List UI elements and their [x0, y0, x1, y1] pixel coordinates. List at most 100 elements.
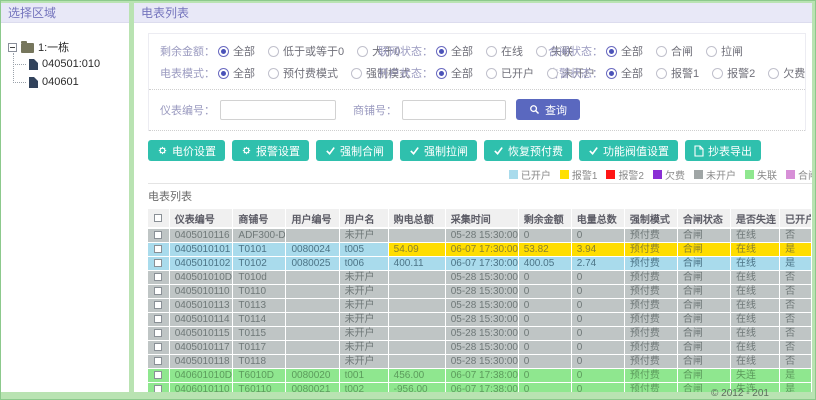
radio-icon[interactable]: [486, 45, 497, 57]
table-row[interactable]: 0405010101 T0101 0080024 t005 54.09 06-07 17:…: [148, 242, 812, 257]
meter-export-button[interactable]: 抄表导出: [685, 140, 761, 161]
radio-icon[interactable]: [218, 45, 229, 57]
table-row[interactable]: 0405010115 T0115 未开户 05-28 15:30:00 0 0 预付费 合闸在…: [148, 326, 812, 341]
radio-account-status-0[interactable]: 全部: [436, 65, 473, 81]
radio-icon[interactable]: [351, 67, 362, 79]
table-cell: [285, 298, 340, 313]
search-button[interactable]: 查询: [516, 99, 580, 120]
table-row[interactable]: 0405010114 T0114 未开户 05-28 15:30:00 0 0 预付费 合闸在…: [148, 312, 812, 327]
table-cell: 0080021: [285, 382, 340, 392]
radio-icon[interactable]: [768, 67, 780, 79]
radio-label: 拉闸: [721, 46, 743, 58]
shop-no-input[interactable]: [402, 99, 506, 120]
force-open-button[interactable]: 强制拉闸: [400, 140, 477, 161]
tree-node-label: 040501:010: [42, 58, 101, 70]
row-checkbox[interactable]: [154, 357, 163, 366]
radio-switch-status-0[interactable]: 全部: [606, 43, 643, 59]
radio-icon[interactable]: [218, 67, 229, 79]
row-checkbox[interactable]: [154, 287, 163, 296]
collapse-icon[interactable]: [8, 42, 17, 52]
radio-alarm-status-0[interactable]: 全部: [606, 65, 643, 81]
tree-node-040601[interactable]: 040601: [13, 73, 125, 91]
radio-icon[interactable]: [606, 45, 617, 57]
row-checkbox[interactable]: [154, 245, 163, 254]
row-checkbox[interactable]: [154, 315, 163, 324]
meter-no-input[interactable]: [220, 99, 336, 120]
filter-group-switch-status: 合闸状态： 全部 合闸 拉闸: [548, 43, 812, 59]
table-cell: 0: [571, 326, 625, 341]
radio-meter-mode-1[interactable]: 预付费模式: [268, 65, 338, 81]
row-checkbox[interactable]: [154, 231, 163, 240]
row-checkbox[interactable]: [154, 343, 163, 352]
table-cell: 在线: [730, 340, 781, 355]
table-cell: T0117: [232, 340, 287, 355]
radio-icon[interactable]: [606, 67, 617, 79]
table-row[interactable]: 0405010113 T0113 未开户 05-28 15:30:00 0 0 预付费 合闸在…: [148, 298, 812, 313]
radio-label: 低于或等于0: [283, 46, 345, 58]
radio-icon[interactable]: [547, 67, 558, 79]
radio-icon[interactable]: [536, 45, 547, 57]
radio-icon[interactable]: [268, 67, 279, 79]
table-cell: 合闸: [677, 340, 732, 355]
radio-icon[interactable]: [656, 67, 667, 79]
radio-switch-status-2[interactable]: 拉闸: [706, 43, 743, 59]
table-cell: 0405010110: [169, 284, 234, 299]
radio-icon[interactable]: [706, 45, 717, 57]
table-cell: 未开户: [339, 312, 389, 327]
radio-icon[interactable]: [357, 45, 369, 57]
threshold-settings-button[interactable]: 功能阀值设置: [579, 140, 678, 161]
row-checkbox-cell: [148, 228, 170, 243]
table-cell: 预付费: [624, 242, 678, 257]
table-row[interactable]: 0405010110 T0110 未开户 05-28 15:30:00 0 0 预付费 合闸在…: [148, 284, 812, 299]
radio-icon[interactable]: [268, 45, 279, 57]
row-checkbox[interactable]: [154, 371, 163, 380]
table-row[interactable]: 0405010117 T0117 未开户 05-28 15:30:00 0 0 预付费 合闸在…: [148, 340, 812, 355]
tree-root-node[interactable]: 1:一栋: [8, 39, 125, 55]
table-cell: 在线: [730, 312, 781, 327]
radio-meter-mode-0[interactable]: 全部: [218, 65, 255, 81]
radio-account-status-1[interactable]: 已开户: [486, 65, 534, 81]
table-row[interactable]: 0405010116ADF300-D 3未开户05-28 15:30:0000预…: [148, 228, 812, 243]
radio-alarm-status-2[interactable]: 报警2: [712, 65, 755, 81]
table-row[interactable]: 0405010118 T0118 未开户 05-28 15:30:00 0 0 预付费 合闸在…: [148, 354, 812, 369]
tree-node-040501[interactable]: 040501:010: [13, 55, 125, 73]
table-cell: 预付费: [624, 382, 678, 392]
force-close-button[interactable]: 强制合闸: [316, 140, 393, 161]
table-cell: T0118: [232, 354, 287, 369]
row-checkbox[interactable]: [154, 329, 163, 338]
select-all-checkbox[interactable]: [154, 213, 163, 222]
radio-icon[interactable]: [436, 67, 447, 79]
row-checkbox[interactable]: [154, 301, 163, 310]
row-checkbox[interactable]: [154, 385, 163, 392]
row-checkbox[interactable]: [154, 259, 163, 268]
radio-label: 全部: [451, 68, 473, 80]
table-row[interactable]: 040601010D T6010D 0080020 t001 456.00 06-07 1…: [148, 368, 812, 383]
table-cell: t002: [339, 382, 389, 392]
legend-label: 报警2: [618, 170, 644, 182]
check-icon: [588, 145, 599, 156]
table-row[interactable]: 040501010D T010d 未开户 05-28 15:30:00 0 0 预付费 合闸在…: [148, 270, 812, 285]
price-settings-button[interactable]: 电价设置: [148, 140, 225, 161]
radio-switch-status-1[interactable]: 合闸: [656, 43, 693, 59]
filter-group-network-status: 联网状态： 全部 在线 失联: [378, 43, 573, 59]
table-cell: 在线: [730, 270, 781, 285]
radio-remaining-amount-0[interactable]: 全部: [218, 43, 255, 59]
table-title: 电表列表: [148, 191, 192, 203]
radio-network-status-1[interactable]: 在线: [486, 43, 523, 59]
table-cell: 0: [571, 270, 625, 285]
radio-alarm-status-3[interactable]: 欠费: [768, 65, 805, 81]
file-icon: [29, 58, 38, 70]
radio-label: 报警1: [671, 68, 700, 80]
alarm-settings-button[interactable]: 报警设置: [232, 140, 309, 161]
restore-prepaid-button[interactable]: 恢复预付费: [484, 140, 572, 161]
radio-icon[interactable]: [712, 67, 724, 79]
table-row[interactable]: 0405010102 T0102 0080025 t006 400.11 06-07 17…: [148, 256, 812, 271]
radio-alarm-status-1[interactable]: 报警1: [656, 65, 699, 81]
radio-icon[interactable]: [656, 45, 667, 57]
row-checkbox[interactable]: [154, 273, 163, 282]
radio-icon[interactable]: [436, 45, 447, 57]
radio-network-status-0[interactable]: 全部: [436, 43, 473, 59]
radio-remaining-amount-1[interactable]: 低于或等于0: [268, 43, 344, 59]
radio-icon[interactable]: [486, 67, 497, 79]
table-cell: 未开户: [339, 354, 389, 369]
